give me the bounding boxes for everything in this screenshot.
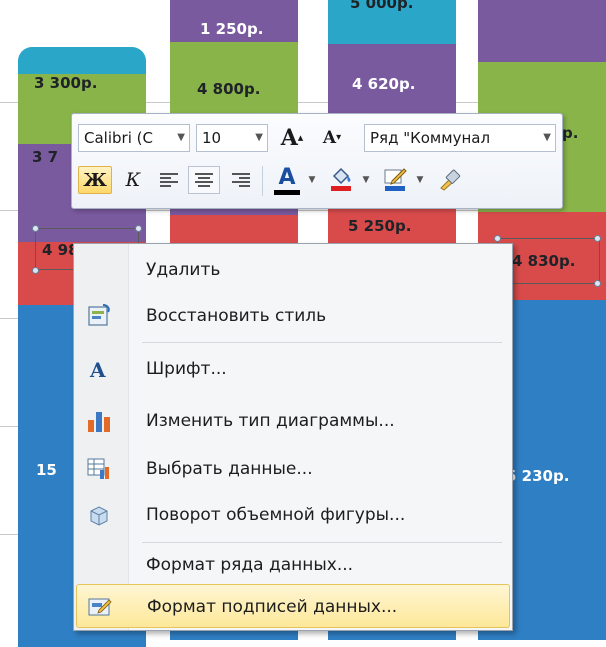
bold-icon: Ж [83, 170, 107, 191]
data-label[interactable]: 5 230р. [506, 467, 569, 485]
format-painter-icon [440, 169, 461, 191]
fill-color-dropdown[interactable]: ▼ [360, 166, 372, 194]
italic-icon: К [125, 169, 141, 191]
menu-item-3d-rotation[interactable]: Поворот объемной фигуры... [76, 493, 510, 537]
align-left-icon [160, 173, 178, 187]
font-icon: A [89, 358, 106, 382]
paint-bucket-icon [331, 167, 351, 191]
data-label[interactable]: 4 620р. [352, 75, 415, 93]
svg-text:A: A [89, 358, 106, 382]
menu-item-label: Изменить тип диаграммы... [146, 411, 395, 431]
data-label[interactable]: р. [562, 124, 578, 142]
font-name-combo[interactable]: Calibri (С ▼ [78, 124, 190, 152]
chart-type-icon [88, 412, 110, 432]
menu-item-font[interactable]: A Шрифт... [76, 347, 510, 391]
menu-item-label: Удалить [146, 260, 221, 280]
data-label[interactable]: 4 800р. [197, 80, 260, 98]
menu-item-reset-style[interactable]: Восстановить стиль [76, 294, 510, 338]
italic-button[interactable]: К [118, 166, 148, 194]
line-color-button[interactable] [378, 166, 412, 194]
align-left-button[interactable] [154, 166, 184, 194]
grow-font-icon: A [280, 125, 298, 151]
format-labels-icon [88, 598, 112, 616]
format-painter-button[interactable] [432, 166, 466, 194]
menu-item-label: Выбрать данные... [146, 459, 313, 479]
selection-handle[interactable] [32, 267, 39, 274]
selection-handle[interactable] [594, 235, 601, 242]
menu-separator [142, 342, 502, 343]
bold-button[interactable]: Ж [78, 166, 112, 194]
align-right-button[interactable] [226, 166, 256, 194]
menu-item-label: Формат ряда данных... [146, 555, 354, 575]
font-color-swatch [274, 190, 300, 195]
menu-item-delete[interactable]: Удалить [76, 248, 510, 292]
grow-font-button[interactable]: A▴ [277, 124, 307, 152]
font-size-value: 10 [202, 129, 222, 147]
data-label[interactable]: 15 [36, 461, 57, 479]
chart-element-selector[interactable]: Ряд "Коммунал ▼ [364, 124, 556, 152]
reset-style-icon [88, 304, 110, 326]
selection-handle[interactable] [594, 280, 601, 287]
menu-item-select-data[interactable]: Выбрать данные... [76, 447, 510, 491]
menu-item-label: Восстановить стиль [146, 306, 327, 326]
font-size-combo[interactable]: 10 ▼ [196, 124, 268, 152]
fill-color-button[interactable] [324, 166, 358, 194]
menu-item-format-data-series[interactable]: Формат ряда данных... [76, 543, 510, 587]
data-label[interactable]: 5 250р. [348, 217, 411, 235]
chevron-down-icon[interactable]: ▼ [255, 125, 263, 151]
font-name-value: Calibri (С [84, 129, 153, 147]
data-label[interactable]: 5 000р. [350, 0, 413, 12]
chart-element-value: Ряд "Коммунал [370, 129, 491, 147]
menu-item-change-chart-type[interactable]: Изменить тип диаграммы... [76, 399, 510, 443]
align-center-button[interactable] [188, 166, 220, 194]
data-label[interactable]: 1 250р. [200, 20, 263, 38]
font-color-button[interactable]: A [270, 165, 304, 195]
line-color-dropdown[interactable]: ▼ [414, 166, 426, 194]
select-data-icon [87, 458, 109, 479]
segment[interactable] [18, 47, 146, 74]
font-color-dropdown[interactable]: ▼ [306, 166, 318, 194]
mini-toolbar: Calibri (С ▼ 10 ▼ A▴ A▾ Ряд "Коммунал ▼ … [71, 113, 563, 209]
segment[interactable] [478, 0, 606, 62]
align-center-icon [195, 173, 213, 187]
menu-item-label: Поворот объемной фигуры... [146, 505, 406, 525]
shrink-font-button[interactable]: A▾ [317, 124, 347, 152]
menu-item-label: Формат подписей данных... [147, 597, 398, 617]
data-label[interactable]: 3 7 [32, 148, 58, 166]
menu-item-label: Шрифт... [146, 359, 227, 379]
selection-handle[interactable] [494, 235, 501, 242]
shrink-font-icon: A [322, 128, 337, 148]
selection-handle[interactable] [32, 225, 39, 232]
menu-item-format-data-labels[interactable]: Формат подписей данных... [76, 584, 510, 628]
toolbar-separator [262, 166, 263, 196]
font-color-icon: A [278, 165, 296, 190]
chevron-down-icon[interactable]: ▼ [177, 125, 185, 151]
selection-handle[interactable] [135, 225, 142, 232]
align-right-icon [232, 173, 250, 187]
data-label[interactable]: 3 300р. [34, 74, 97, 92]
context-menu: Удалить Восстановить стиль A Шрифт... Из… [73, 243, 513, 631]
chevron-down-icon[interactable]: ▼ [543, 125, 551, 151]
pen-outline-icon [384, 168, 407, 191]
3d-rotation-icon [90, 506, 108, 526]
